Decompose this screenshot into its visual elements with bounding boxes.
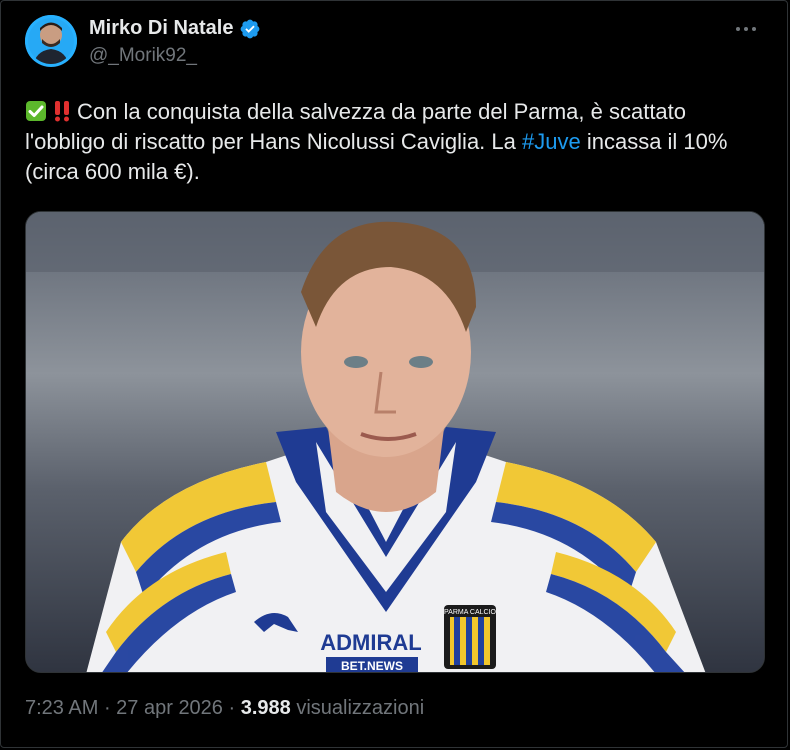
avatar-ring <box>25 15 77 67</box>
tweet-header: Mirko Di Natale @_Morik92_ <box>25 15 765 71</box>
meta-separator: · <box>222 697 241 719</box>
tweet-meta: 7:23 AM · 27 apr 2026 · 3.988 visualizza… <box>25 697 424 720</box>
avatar[interactable] <box>25 15 77 67</box>
views-count: 3.988 <box>240 697 291 719</box>
sponsor-text: ADMIRAL <box>320 630 421 655</box>
views-label: visualizzazioni <box>290 697 425 719</box>
author-handle[interactable]: @_Morik92_ <box>89 45 197 67</box>
sponsor-sub-text: BET.NEWS <box>341 659 403 673</box>
tweet-time[interactable]: 7:23 AM <box>25 697 98 719</box>
player-photo: PARMA CALCIO ADMIRAL BET.NEWS <box>26 212 764 673</box>
check-mark-icon <box>26 101 46 121</box>
more-options-icon[interactable] <box>731 17 761 41</box>
name-row: Mirko Di Natale <box>89 17 261 40</box>
tweet-text: Con la conquista della salvezza da parte… <box>25 97 765 187</box>
meta-separator: · <box>98 697 117 719</box>
verified-badge-icon <box>241 19 260 38</box>
double-exclamation-icon <box>55 101 69 122</box>
hashtag-link[interactable]: #Juve <box>522 129 581 154</box>
tweet-media-photo[interactable]: PARMA CALCIO ADMIRAL BET.NEWS <box>25 211 765 673</box>
tweet-date[interactable]: 27 apr 2026 <box>116 697 223 719</box>
display-name[interactable]: Mirko Di Natale <box>89 17 233 40</box>
tweet-card: Mirko Di Natale @_Morik92_ Con la conqui… <box>0 0 788 748</box>
crest-text: PARMA CALCIO <box>444 609 497 616</box>
